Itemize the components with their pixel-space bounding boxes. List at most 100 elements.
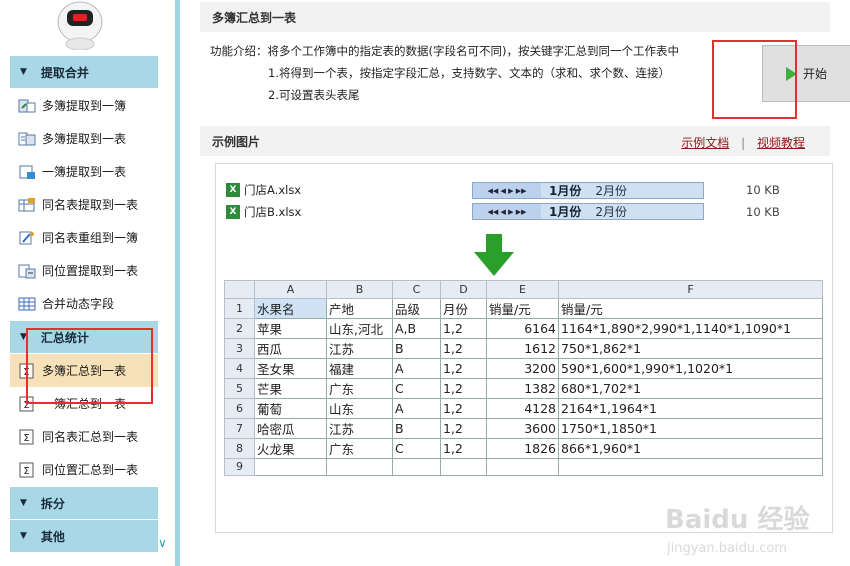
corner-cell	[224, 280, 255, 299]
robot-logo-icon	[57, 1, 103, 50]
table-cell: A,B	[392, 317, 441, 339]
table-cell: 广东	[326, 437, 393, 459]
table-cell: B	[392, 337, 441, 359]
table-cell: B	[392, 417, 441, 439]
table-cell: 芒果	[254, 377, 327, 399]
intro-line: 功能介绍：将多个工作簿中的指定表的数据(字段名可不同)，按关键字汇总到同一个工作…	[210, 44, 679, 58]
table-cell: 山东	[326, 397, 393, 419]
sidebar-item-multi-book-to-book[interactable]: 多簿提取到一簿	[10, 89, 158, 122]
table-row: 4 圣女果 福建 A 1,2 3200 590*1,600*1,990*1,1020*1	[224, 357, 823, 379]
table-cell	[392, 457, 441, 477]
sidebar-item-same-name-summary[interactable]: Σ 同名表汇总到一表	[10, 420, 158, 453]
table-cell: 品级	[392, 297, 441, 319]
sidebar-item-merge-dynamic-fields[interactable]: 合并动态字段	[10, 287, 158, 320]
intro-line: 1.将得到一个表，按指定字段汇总，支持数字、文本的（求和、求个数、连接）	[268, 66, 670, 80]
table-row: 7 哈密瓜 江苏 B 1,2 3600 1750*1,1850*1	[224, 417, 823, 439]
regroup-icon	[19, 231, 34, 244]
chevron-down-icon[interactable]: ∨	[158, 536, 174, 550]
file-name: 门店A.xlsx	[244, 183, 302, 197]
table-cell: 1750*1,1850*1	[558, 417, 823, 439]
row-header: 1	[224, 297, 255, 319]
table-row: 6 葡萄 山东 A 1,2 4128 2164*1,1964*1	[224, 397, 823, 419]
table-cell	[254, 457, 327, 477]
sheet-nav-icon: ◀◀ ◀ ▶ ▶▶	[473, 204, 541, 219]
sidebar-item-same-name-to-sheet[interactable]: 同名表提取到一表	[10, 188, 158, 221]
help-links: 示例文档 | 视频教程	[681, 134, 805, 151]
column-header: A	[254, 280, 327, 299]
extract-sheet-icon	[18, 132, 36, 145]
sidebar-item-label: 合并动态字段	[42, 297, 115, 311]
table-cell: 江苏	[326, 417, 393, 439]
table-cell: 3200	[486, 357, 559, 379]
file-size: 10 KB	[746, 183, 780, 197]
table-cell: 水果名	[254, 297, 327, 319]
table-cell: 1,2	[440, 337, 487, 359]
sidebar-item-label: 同位置提取到一表	[42, 264, 139, 278]
same-position-icon	[18, 264, 36, 278]
table-cell: 1612	[486, 337, 559, 359]
section-split[interactable]: ▼ 拆分	[10, 487, 158, 519]
watermark-text: Baidu 经验	[665, 504, 809, 535]
column-header: D	[440, 280, 487, 299]
section-label: 提取合并	[40, 65, 89, 80]
svg-text:Σ: Σ	[23, 433, 29, 444]
start-button-label: 开始	[802, 67, 827, 81]
video-tutorial-link[interactable]: 视频教程	[757, 136, 805, 150]
table-cell: 6164	[486, 317, 559, 339]
example-image: X 门店A.xlsx ◀◀ ◀ ▶ ▶▶ 1月份 2月份 10 KB X 门店B…	[215, 163, 833, 533]
table-cell: 1,2	[440, 357, 487, 379]
row-header: 8	[224, 437, 255, 459]
table-row: 8 火龙果 广东 C 1,2 1826 866*1,960*1	[224, 437, 823, 459]
example-doc-link[interactable]: 示例文档	[681, 136, 729, 150]
sidebar-item-same-position-summary[interactable]: Σ 同位置汇总到一表	[10, 453, 158, 486]
sidebar-item-same-name-regroup[interactable]: 同名表重组到一簿	[10, 221, 158, 254]
table-cell: 4128	[486, 397, 559, 419]
table-cell: 苹果	[254, 317, 327, 339]
watermark-url: jingyan.baidu.com	[666, 541, 787, 556]
row-header: 7	[224, 417, 255, 439]
sheet-tab: 1月份	[549, 184, 582, 198]
sigma-icon: Σ	[19, 462, 34, 477]
sidebar-item-label: 同位置汇总到一表	[42, 463, 139, 477]
column-header: E	[486, 280, 559, 299]
sidebar-item-label: 同名表提取到一表	[42, 198, 139, 212]
table-row: 9	[224, 457, 823, 477]
triangle-down-icon: ▼	[20, 67, 27, 77]
sheet-tab: 2月份	[595, 184, 627, 198]
table-cell: 590*1,600*1,990*1,1020*1	[558, 357, 823, 379]
sheet-tab: 2月份	[595, 205, 627, 219]
extract-one-icon	[19, 165, 35, 179]
table-cell	[558, 457, 823, 477]
section-extract-merge[interactable]: ▼ 提取合并	[10, 56, 158, 88]
sheet-nav-icon: ◀◀ ◀ ▶ ▶▶	[473, 183, 541, 198]
green-arrow-down-icon	[474, 234, 514, 276]
sidebar-item-label: 一簿提取到一表	[42, 165, 127, 179]
section-other[interactable]: ▼ 其他	[10, 520, 158, 552]
spreadsheet-grid: A B C D E F 1 水果名 产地 品级 月份 销量/元 销量/元 2 苹果 山东,河北 A,…	[224, 280, 823, 477]
table-cell: 产地	[326, 297, 393, 319]
table-cell: 销量/元	[558, 297, 823, 319]
sidebar-item-same-position-to-sheet[interactable]: 同位置提取到一表	[10, 254, 158, 287]
triangle-down-icon: ▼	[20, 498, 27, 508]
table-cell: 广东	[326, 377, 393, 399]
column-header-row: A B C D E F	[224, 280, 823, 299]
triangle-down-icon: ▼	[20, 531, 27, 541]
table-row: 1 水果名 产地 品级 月份 销量/元 销量/元	[224, 297, 823, 319]
table-cell	[486, 457, 559, 477]
sidebar-item-one-book-to-sheet[interactable]: 一簿提取到一表	[10, 155, 158, 188]
column-header: F	[558, 280, 823, 299]
table-cell: 1826	[486, 437, 559, 459]
baidu-watermark-icon: Baidu 经验 jingyan.baidu.com	[665, 504, 809, 556]
sidebar-item-multi-book-to-sheet[interactable]: 多簿提取到一表	[10, 122, 158, 155]
table-row: 3 西瓜 江苏 B 1,2 1612 750*1,862*1	[224, 337, 823, 359]
table-cell: 1,2	[440, 377, 487, 399]
link-separator: |	[741, 136, 746, 150]
table-cell: 1164*1,890*2,990*1,1140*1,1090*1	[558, 317, 823, 339]
sidebar-item-label: 多簿提取到一簿	[42, 99, 127, 113]
table-cell	[440, 457, 487, 477]
table-cell: 西瓜	[254, 337, 327, 359]
file-size: 10 KB	[746, 205, 780, 219]
table-cell: 1382	[486, 377, 559, 399]
table-cell: C	[392, 437, 441, 459]
table-cell: A	[392, 397, 441, 419]
